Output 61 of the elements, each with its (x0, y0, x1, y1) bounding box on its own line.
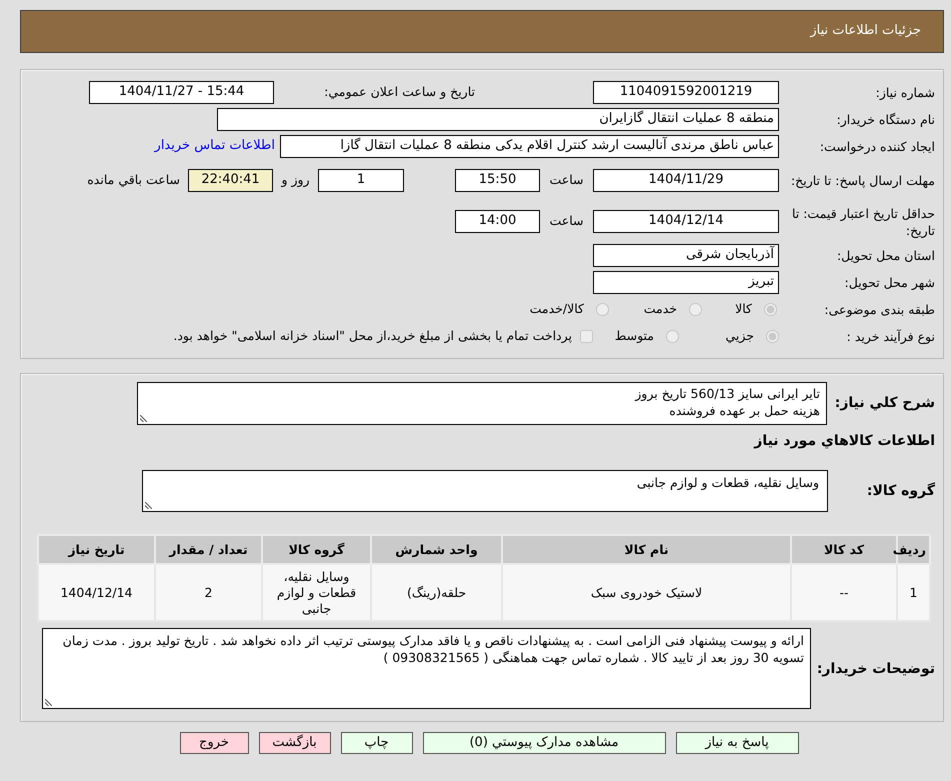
table-cell: 1 (897, 564, 930, 622)
field-label: توضیحات خریدار: (816, 660, 935, 677)
field-label: طبقه بندی موضوعی: (824, 301, 935, 318)
contact-link[interactable]: اطلاعات تماس خریدار (154, 138, 275, 155)
days-field: 1 (318, 169, 404, 192)
remaining-time-field: 22:40:41 (188, 169, 273, 192)
action-button[interactable]: مشاهده مدارک پیوستي (0) (422, 732, 666, 754)
table-cell: -- (791, 564, 897, 622)
action-button[interactable]: چاپ (340, 732, 412, 754)
goods-group-field[interactable]: وسایل نقلیه، قطعات و لوازم جانبی (142, 470, 828, 512)
field-label: ساعت (548, 172, 584, 189)
city-field: تبریز (593, 271, 779, 294)
field-label: نام دستگاه خریدار: (836, 111, 935, 128)
column-header: تاریخ نیاز (38, 535, 155, 564)
resize-grip-icon[interactable] (145, 502, 152, 510)
table-cell: 1404/12/14 (38, 564, 155, 622)
field-label: ساعت باقي مانده (87, 172, 180, 189)
radio-label: کالا (735, 301, 752, 318)
buyer-org-field: منطقه 8 عملیات انتقال گازایران (217, 108, 779, 131)
deadline-time-field: 15:50 (455, 169, 540, 192)
field-label: حداقل تاریخ اعتبار قیمت: تا تاریخ: (790, 204, 935, 238)
column-header: نام کالا (502, 535, 791, 564)
requester-field: عباس ناطق مرندی آنالیست ارشد کنترل اقلام یدکی منطقه 8 عملیات انتقال گازا (280, 135, 779, 158)
need-number-field: 1104091592001219 (593, 81, 779, 104)
field-label: ایجاد کننده درخواست: (820, 138, 935, 155)
page-title: جزئیات اطلاعات نیاز (810, 23, 921, 40)
field-label: استان محل تحویل: (836, 247, 935, 264)
column-header: تعداد / مقدار (155, 535, 262, 564)
resize-grip-icon[interactable] (140, 415, 147, 422)
section-heading: اطلاعات کالاهاي مورد نیاز (754, 433, 935, 449)
action-button[interactable]: پاسخ به نیاز (676, 732, 798, 754)
field-label: شرح کلي نیاز: (834, 395, 935, 412)
province-field: آذربایجان شرقی (593, 244, 779, 267)
table-cell: حلقه(رینگ) (371, 564, 502, 622)
action-button[interactable]: خروج (180, 732, 248, 754)
field-label: شماره نیاز: (876, 84, 935, 101)
table-cell: لاستیک خودروی سبک (502, 564, 791, 622)
validity-date-field: 1404/12/14 (593, 210, 779, 233)
description-field[interactable]: تایر ایرانی سایز 560/13 تاریخ بروز هزینه حمل بر عهده فروشنده (137, 382, 827, 425)
field-label: مهلت ارسال پاسخ: تا تاریخ: (790, 172, 935, 189)
radio-label: خدمت (644, 301, 677, 318)
field-label: شهر محل تحویل: (844, 274, 935, 291)
announce-date-field: 1404/11/27 - 15:44 (89, 81, 274, 104)
field-label: ساعت (548, 213, 584, 230)
checkbox-label: پرداخت تمام یا بخشی از مبلغ خرید،از محل "اسناد خزانه اسلامی" خواهد بود. (173, 328, 572, 345)
field-label: گروه کالا: (866, 483, 935, 500)
table-cell: وسایل نقلیه، قطعات و لوازم جانبی (262, 564, 371, 622)
radio-label: متوسط (614, 328, 654, 345)
column-header: گروه کالا (262, 535, 371, 564)
action-button[interactable]: بازگشت (258, 732, 330, 754)
field-label: تاریخ و ساعت اعلان عمومي: (323, 84, 475, 101)
radio-label: کالا/خدمت (530, 301, 584, 318)
table-cell: 2 (155, 564, 262, 622)
radio-label: جزيي (725, 328, 754, 345)
buyer-notes-field[interactable]: ارائه و پیوست پیشنهاد فنی الزامی است . به پیشنهادات ناقص و یا فاقد مدارک پیوستی ترتیب اثر داده نخواهد شد . تاریخ تولید بروز . مدت زمان تسویه 30 روز بعد از تایید کالا . شماره تماس جهت هماهنگی ( 09308321565 ) (42, 628, 811, 710)
resize-grip-icon[interactable] (45, 699, 52, 706)
deadline-date-field: 1404/11/29 (593, 169, 779, 192)
field-label: روز و (280, 172, 311, 189)
validity-time-field: 14:00 (455, 210, 540, 233)
column-header: واحد شمارش (371, 535, 502, 564)
field-label: نوع فرآیند خرید : (846, 328, 935, 345)
